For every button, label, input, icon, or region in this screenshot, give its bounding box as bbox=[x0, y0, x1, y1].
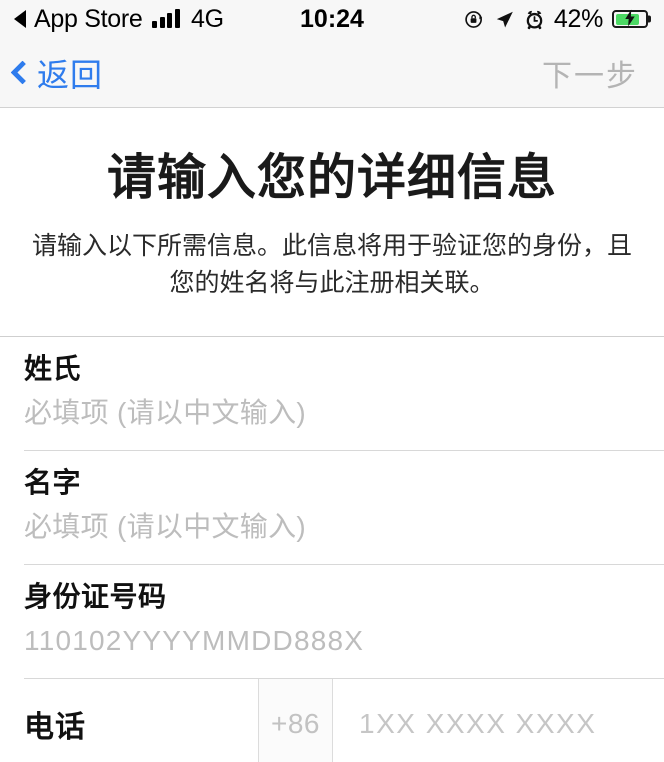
battery-percent-label: 42% bbox=[553, 4, 603, 33]
id-number-label: 身份证号码 bbox=[24, 580, 167, 612]
phone-number-cell[interactable]: 1XX XXXX XXXX bbox=[333, 679, 664, 762]
status-bar-right: 42% bbox=[464, 5, 648, 34]
field-row-surname[interactable]: 姓氏 必填项 (请以中文输入) bbox=[24, 337, 664, 451]
phone-label-cell: 电话 bbox=[24, 679, 258, 762]
field-row-id-number[interactable]: 身份证号码 110102YYYYMMDD888X bbox=[24, 565, 664, 678]
field-row-phone: 电话 +86 1XX XXXX XXXX bbox=[24, 677, 664, 762]
phone-number-input[interactable]: 1XX XXXX XXXX bbox=[359, 708, 596, 740]
given-name-input[interactable]: 必填项 (请以中文输入) bbox=[24, 507, 640, 548]
field-row-given-name[interactable]: 名字 必填项 (请以中文输入) bbox=[24, 451, 664, 565]
main-content: 请输入您的详细信息 请输入以下所需信息。此信息将用于验证您的身份，且您的姓名将与… bbox=[0, 108, 664, 762]
triangle-left-icon[interactable] bbox=[14, 10, 26, 28]
country-code-selector[interactable]: +86 bbox=[258, 678, 333, 762]
country-code-value: +86 bbox=[271, 708, 320, 740]
location-arrow-icon bbox=[494, 9, 515, 30]
alarm-clock-icon bbox=[524, 9, 545, 30]
signal-bars-icon bbox=[152, 9, 180, 28]
phone-label: 电话 bbox=[24, 711, 86, 745]
app-screen: App Store 4G 10:24 42% 返回 下一步 请输入您的详细信息 … bbox=[0, 0, 664, 762]
details-form: 姓氏 必填项 (请以中文输入) 名字 必填项 (请以中文输入) 身份证号码 11… bbox=[0, 335, 664, 762]
id-number-input[interactable]: 110102YYYYMMDD888X bbox=[24, 621, 640, 662]
back-button[interactable]: 返回 bbox=[10, 50, 104, 96]
surname-input[interactable]: 必填项 (请以中文输入) bbox=[24, 393, 640, 434]
surname-label: 姓氏 bbox=[24, 352, 82, 384]
status-bar-left: App Store 4G bbox=[14, 5, 224, 34]
page-title: 请输入您的详细信息 bbox=[106, 151, 557, 205]
battery-charging-icon bbox=[612, 9, 648, 28]
network-type-label: 4G bbox=[190, 4, 224, 33]
carrier-app-label[interactable]: App Store bbox=[34, 5, 143, 34]
navigation-bar: 返回 下一步 bbox=[0, 38, 664, 108]
status-bar: App Store 4G 10:24 42% bbox=[0, 0, 664, 38]
rotation-lock-icon bbox=[464, 9, 485, 30]
back-button-label: 返回 bbox=[37, 56, 104, 93]
given-name-label: 名字 bbox=[24, 466, 82, 498]
page-subtitle: 请输入以下所需信息。此信息将用于验证您的身份，且您的姓名将与此注册相关联。 bbox=[31, 232, 632, 297]
next-button[interactable]: 下一步 bbox=[542, 51, 638, 95]
chevron-left-icon bbox=[10, 60, 35, 85]
